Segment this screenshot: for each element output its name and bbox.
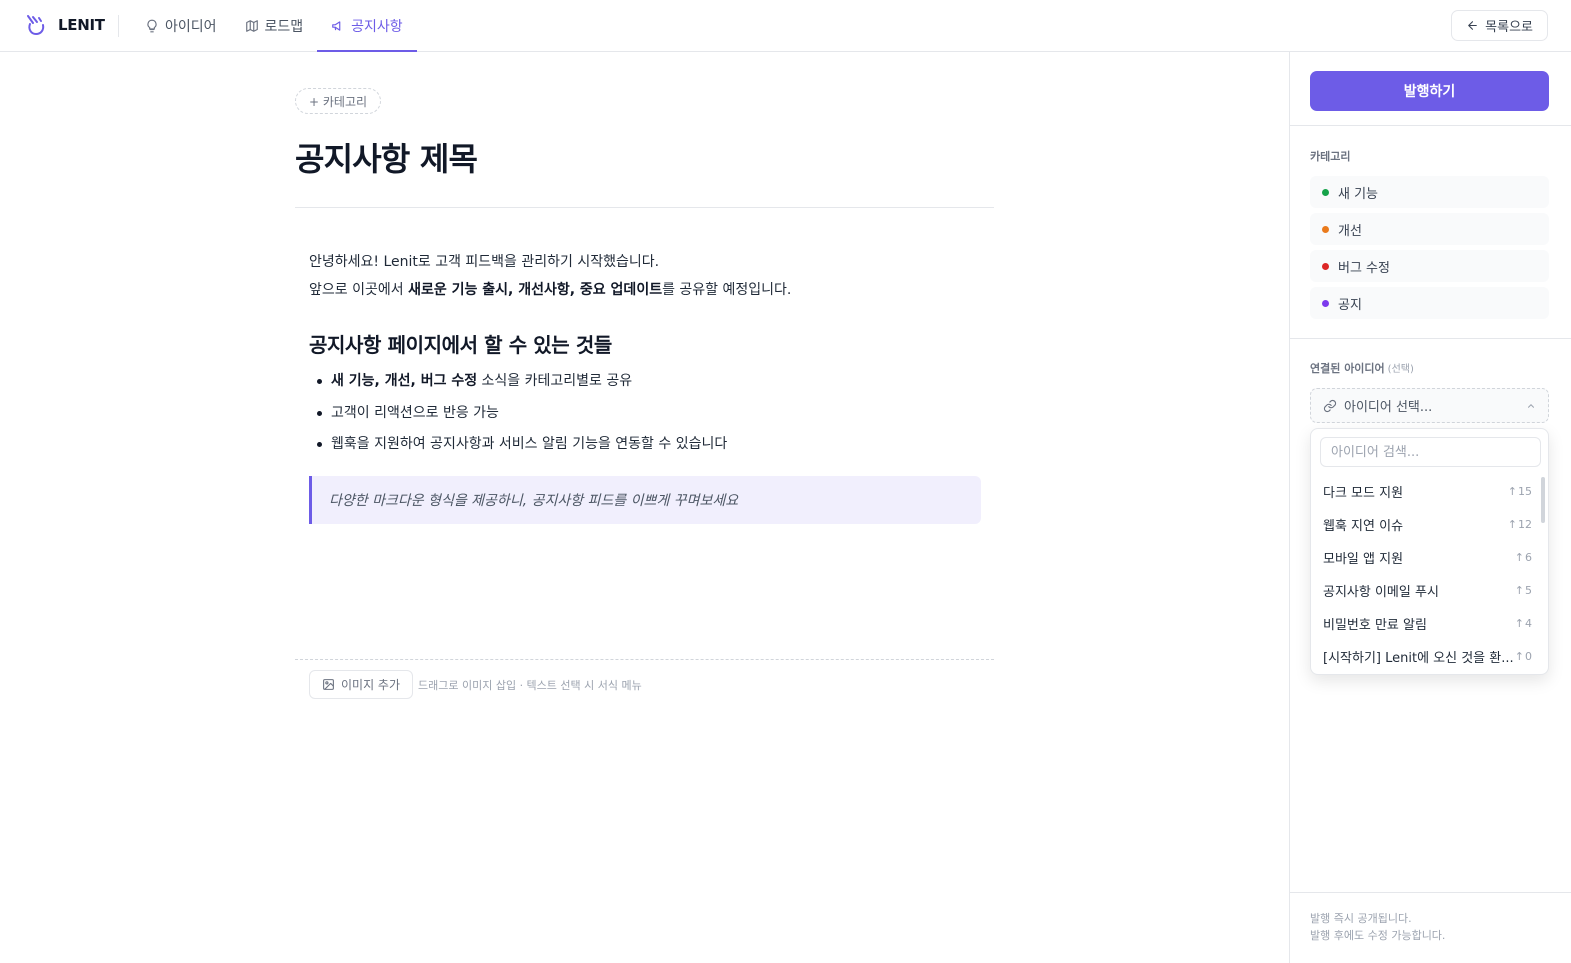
content-heading: 공지사항 페이지에서 할 수 있는 것들	[309, 333, 612, 357]
idea-option[interactable]: [시작하기] Lenit에 오신 것을 환... ↑ 0	[1311, 640, 1544, 673]
arrow-up-icon: ↑	[1514, 617, 1524, 630]
app-name: LENIT	[58, 16, 105, 34]
sidebar-divider	[1290, 892, 1571, 893]
arrow-up-icon: ↑	[1514, 650, 1524, 663]
idea-votes: ↑ 12	[1507, 518, 1532, 531]
chevron-up-icon	[1526, 401, 1536, 411]
publish-sidebar: 발행하기 카테고리 새 기능 개선 버그 수정 공지 연결된 아이디어 (선택) …	[1289, 52, 1571, 963]
link-icon	[1323, 399, 1337, 413]
title-divider	[295, 207, 994, 208]
arrow-up-icon: ↑	[1507, 518, 1517, 531]
back-button-label: 목록으로	[1485, 20, 1533, 35]
arrow-up-icon: ↑	[1514, 584, 1524, 597]
category-option-improvement[interactable]: 개선	[1310, 213, 1549, 245]
add-category-button[interactable]: + 카테고리	[295, 88, 382, 114]
publish-button[interactable]: 발행하기	[1310, 71, 1549, 111]
toolbar-divider	[295, 659, 994, 660]
nav-announcements[interactable]: 공지사항	[317, 0, 417, 52]
idea-name: 웹훅 지연 이슈	[1323, 519, 1404, 534]
idea-option[interactable]: 공지사항 이메일 푸시 ↑ 5	[1311, 574, 1544, 607]
idea-votes: ↑ 5	[1514, 584, 1532, 597]
publish-note-line2: 발행 후에도 수정 가능합니다.	[1310, 929, 1446, 942]
nav-ideas-label: 아이디어	[165, 18, 217, 35]
idea-option[interactable]: 다크 모드 지원 ↑ 15	[1311, 475, 1544, 508]
idea-votes: ↑ 4	[1514, 617, 1532, 630]
category-option-notice[interactable]: 공지	[1310, 287, 1549, 319]
category-option-label: 새 기능	[1338, 186, 1379, 202]
idea-search-input[interactable]	[1320, 437, 1541, 467]
publish-note: 발행 즉시 공개됩니다. 발행 후에도 수정 가능합니다.	[1310, 910, 1445, 944]
idea-select-dropdown[interactable]: 아이디어 선택...	[1310, 388, 1549, 423]
category-dot	[1322, 262, 1329, 270]
optional-tag: (선택)	[1387, 364, 1414, 375]
list-item: 웹훅을 지원하여 공지사항과 서비스 알림 기능을 연동할 수 있습니다	[309, 429, 981, 461]
idea-option[interactable]: 웹훅 지연 이슈 ↑ 12	[1311, 508, 1544, 541]
lenit-logo-icon	[24, 13, 48, 37]
publish-note-line1: 발행 즉시 공개됩니다.	[1310, 912, 1412, 925]
list-item: 고객이 리액션으로 반응 가능	[309, 398, 981, 430]
nav-roadmap-label: 로드맵	[264, 18, 304, 35]
arrow-up-icon: ↑	[1507, 485, 1517, 498]
back-to-list-button[interactable]: 목록으로	[1451, 10, 1548, 41]
intro-paragraph-line1: 안녕하세요! Lenit로 고객 피드백을 관리하기 시작했습니다.	[309, 254, 660, 270]
add-image-button[interactable]: 이미지 추가	[309, 670, 414, 699]
idea-name: [시작하기] Lenit에 오신 것을 환...	[1323, 651, 1514, 666]
header-divider	[118, 15, 119, 37]
announcement-title-input[interactable]: 공지사항 제목	[295, 134, 478, 180]
intro-paragraph-line2: 앞으로 이곳에서 새로운 기능 출시, 개선사항, 중요 업데이트를 공유할 예…	[309, 282, 792, 298]
arrow-up-icon: ↑	[1514, 551, 1524, 564]
arrow-left-icon	[1466, 19, 1479, 32]
idea-name: 다크 모드 지원	[1323, 486, 1404, 501]
sidebar-divider	[1290, 338, 1571, 339]
megaphone-icon	[331, 19, 345, 33]
category-option-label: 공지	[1338, 297, 1362, 313]
linked-idea-label: 연결된 아이디어 (선택)	[1310, 362, 1414, 375]
lightbulb-icon	[145, 19, 159, 33]
idea-votes: ↑ 15	[1507, 485, 1532, 498]
category-option-label: 개선	[1338, 223, 1362, 239]
idea-name: 공지사항 이메일 푸시	[1323, 585, 1439, 600]
category-dot	[1322, 299, 1329, 307]
image-icon	[322, 678, 335, 691]
add-image-label: 이미지 추가	[341, 678, 401, 692]
idea-votes: ↑ 6	[1514, 551, 1532, 564]
nav-ideas[interactable]: 아이디어	[131, 0, 231, 51]
main-nav: 아이디어 로드맵 공지사항	[131, 0, 417, 52]
idea-list: 다크 모드 지원 ↑ 15 웹훅 지연 이슈 ↑ 12 모바일 앱 지원 ↑ 6 공지…	[1311, 475, 1544, 673]
category-option-label: 버그 수정	[1338, 260, 1390, 276]
idea-option[interactable]: 모바일 앱 지원 ↑ 6	[1311, 541, 1544, 574]
idea-select-placeholder: 아이디어 선택...	[1344, 400, 1433, 415]
nav-announcements-label: 공지사항	[351, 18, 403, 35]
idea-option[interactable]: 비밀번호 만료 알림 ↑ 4	[1311, 607, 1544, 640]
idea-votes: ↑ 0	[1514, 650, 1532, 663]
idea-name: 모바일 앱 지원	[1323, 552, 1404, 567]
editor-hint: 드래그로 이미지 삽입 · 텍스트 선택 시 서식 메뉴	[418, 679, 642, 692]
category-list: 새 기능 개선 버그 수정 공지	[1310, 176, 1549, 324]
logo[interactable]: LENIT	[24, 13, 105, 37]
dropdown-scrollbar[interactable]	[1541, 477, 1545, 523]
editor-content[interactable]: 안녕하세요! Lenit로 고객 피드백을 관리하기 시작했습니다. 앞으로 이…	[309, 248, 981, 524]
nav-roadmap[interactable]: 로드맵	[231, 0, 318, 51]
list-item: 새 기능, 개선, 버그 수정 소식을 카테고리별로 공유	[309, 366, 981, 398]
blockquote: 다양한 마크다운 형식을 제공하니, 공지사항 피드를 이쁘게 꾸며보세요	[309, 475, 981, 524]
map-icon	[245, 19, 259, 33]
feature-list: 새 기능, 개선, 버그 수정 소식을 카테고리별로 공유 고객이 리액션으로 …	[309, 366, 981, 461]
category-option-new-feature[interactable]: 새 기능	[1310, 176, 1549, 208]
category-dot	[1322, 225, 1329, 233]
category-section-label: 카테고리	[1310, 150, 1351, 163]
sidebar-divider	[1290, 125, 1571, 126]
editor-area: + 카테고리 공지사항 제목 안녕하세요! Lenit로 고객 피드백을 관리하…	[0, 52, 1289, 963]
idea-dropdown-menu: 다크 모드 지원 ↑15 웹훅 지연 이슈 ↑12 모바일 앱 지원 ↑6 공지…	[1310, 428, 1549, 675]
idea-name: 비밀번호 만료 알림	[1323, 618, 1427, 633]
category-dot	[1322, 188, 1329, 196]
top-header: LENIT 아이디어 로드맵 공지사항 목록으로	[0, 0, 1571, 52]
category-option-bug-fix[interactable]: 버그 수정	[1310, 250, 1549, 282]
